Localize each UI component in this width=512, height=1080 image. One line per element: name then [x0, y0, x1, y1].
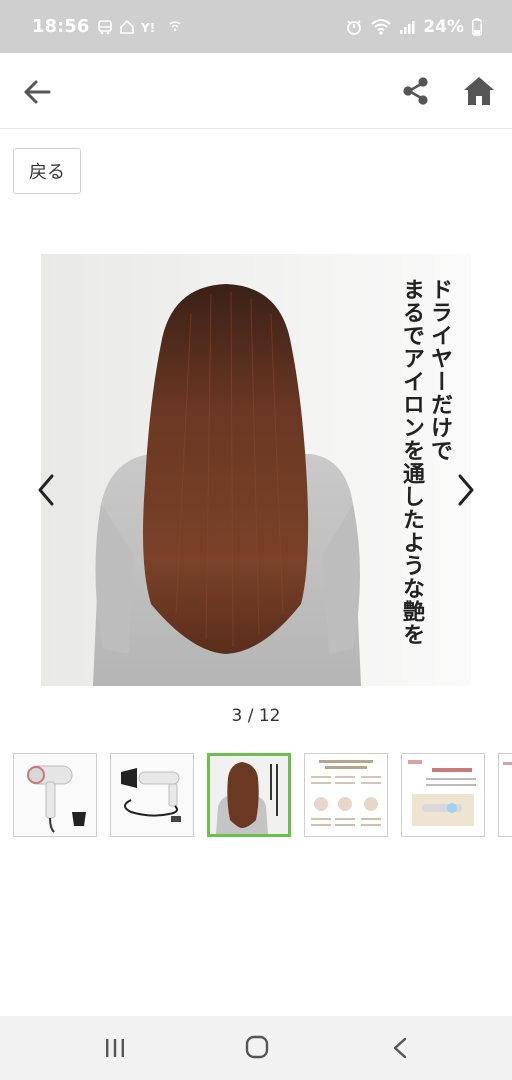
- next-thumbnail: [499, 754, 512, 836]
- back-nav-icon[interactable]: [390, 1036, 410, 1060]
- status-right: 24%: [345, 17, 482, 37]
- home-icon[interactable]: [462, 75, 496, 107]
- thumbnail-4[interactable]: [304, 753, 388, 837]
- hair-thumbnail: [210, 756, 288, 834]
- app-bar: [0, 53, 512, 129]
- recent-apps-icon[interactable]: [103, 1036, 127, 1060]
- status-time: 18:56: [32, 16, 90, 37]
- home-nav-icon[interactable]: [244, 1034, 270, 1060]
- battery-percent: 24%: [423, 16, 464, 37]
- hair-dryer-thumbnail: [14, 754, 96, 836]
- status-left: 18:56 Y!: [32, 16, 183, 37]
- thumbnail-5[interactable]: [401, 753, 485, 837]
- system-nav-bar: [0, 1016, 512, 1080]
- thumbnail-6[interactable]: [498, 753, 512, 837]
- status-bar: 18:56 Y! 24%: [0, 0, 512, 53]
- back-button[interactable]: 戻る: [13, 148, 81, 194]
- wifi-icon: [371, 18, 391, 35]
- thumbnail-strip: [13, 753, 512, 837]
- image-counter: 3 / 12: [231, 706, 281, 726]
- arrow-left-icon[interactable]: [22, 77, 52, 107]
- thumbnail-2[interactable]: [110, 753, 194, 837]
- svg-text:Y!: Y!: [141, 21, 155, 34]
- wifi-call-icon: [169, 20, 181, 31]
- chevron-left-icon[interactable]: [32, 470, 62, 510]
- thumbnail-1[interactable]: [13, 753, 97, 837]
- yahoo-notification-icon: Y!: [141, 21, 155, 34]
- home-notification-icon: [120, 19, 135, 34]
- share-icon[interactable]: [400, 75, 432, 107]
- thumbnail-3[interactable]: [207, 753, 291, 837]
- dryer-set-thumbnail: [111, 754, 193, 836]
- caption-line-1: ドライヤーだけで: [427, 278, 453, 462]
- battery-icon: [472, 17, 482, 36]
- caption-line-2: まるでアイロンを通したような艶を: [399, 278, 425, 646]
- main-product-image[interactable]: ドライヤーだけで まるでアイロンを通したような艶を: [41, 254, 471, 686]
- signal-icon: [400, 20, 415, 34]
- sensor-thumbnail: [402, 754, 484, 836]
- features-thumbnail: [305, 754, 387, 836]
- bus-notification-icon: [98, 19, 113, 34]
- chevron-right-icon[interactable]: [450, 470, 480, 510]
- overlay-caption: ドライヤーだけで まるでアイロンを通したような艶を: [399, 278, 453, 646]
- notification-icons: Y!: [97, 19, 183, 35]
- alarm-icon: [347, 19, 362, 35]
